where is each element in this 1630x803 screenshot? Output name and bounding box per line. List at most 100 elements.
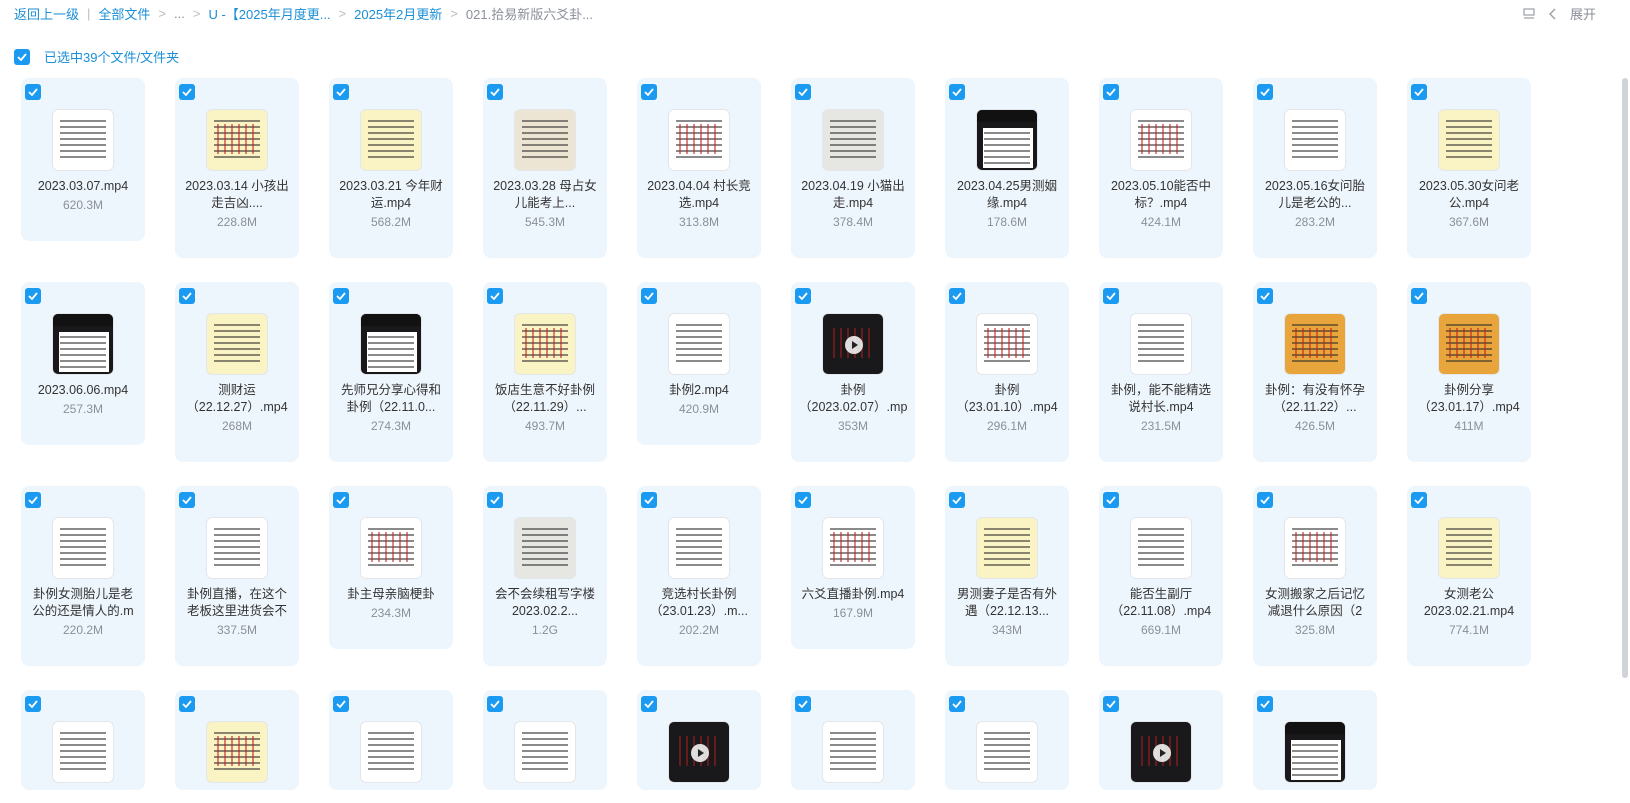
file-checkbox[interactable] (1411, 492, 1427, 508)
file-checkbox[interactable] (25, 84, 41, 100)
file-card[interactable]: 卦例，能不能精选说村长.mp4 231.5M (1099, 282, 1223, 462)
file-checkbox[interactable] (1411, 288, 1427, 304)
file-checkbox[interactable] (641, 288, 657, 304)
file-checkbox[interactable] (333, 492, 349, 508)
file-checkbox[interactable] (487, 288, 503, 304)
selection-count: 已选中39个文件/文件夹 (44, 50, 180, 65)
file-checkbox[interactable] (333, 288, 349, 304)
file-card[interactable]: 六爻直播卦例.mp4 167.9M (791, 486, 915, 649)
file-thumbnail (668, 721, 730, 783)
file-checkbox[interactable] (25, 288, 41, 304)
file-card[interactable]: 2023.04.19 小猫出走.mp4 378.4M (791, 78, 915, 258)
file-card[interactable] (1253, 690, 1377, 790)
file-thumbnail (514, 109, 576, 171)
file-size: 257.3M (62, 402, 104, 416)
file-card[interactable]: 2023.05.16女问胎儿是老公的... 283.2M (1253, 78, 1377, 258)
file-thumbnail (206, 109, 268, 171)
file-card[interactable]: 竞选村长卦例（23.01.23）.m... 202.2M (637, 486, 761, 666)
file-card[interactable]: 饭店生意不好卦例（22.11.29）... 493.7M (483, 282, 607, 462)
file-card[interactable]: 女测搬家之后记忆减退什么原因（2 325.8M (1253, 486, 1377, 666)
file-card[interactable]: 卦例女测胎儿是老公的还是情人的.m 220.2M (21, 486, 145, 666)
breadcrumb-all-files[interactable]: 全部文件 (98, 4, 150, 23)
file-checkbox[interactable] (333, 696, 349, 712)
file-card[interactable]: 先师兄分享心得和卦例（22.11.0... 274.3M (329, 282, 453, 462)
breadcrumb-ellipsis[interactable]: ... (174, 6, 185, 21)
file-card[interactable]: 卦主母亲脑梗卦例.mp4 234.3M (329, 486, 453, 649)
file-checkbox[interactable] (795, 696, 811, 712)
file-checkbox[interactable] (1257, 492, 1273, 508)
file-card[interactable]: 卦例直播，在这个老板这里进货会不 337.5M (175, 486, 299, 666)
breadcrumb-path-2[interactable]: 2025年2月更新 (354, 4, 442, 23)
file-checkbox[interactable] (487, 84, 503, 100)
file-card[interactable] (791, 690, 915, 790)
file-name: 卦例，能不能精选说村长.mp4 (1110, 383, 1211, 414)
file-checkbox[interactable] (1103, 492, 1119, 508)
select-all-checkbox[interactable] (14, 48, 30, 65)
file-card[interactable]: 测财运（22.12.27）.mp4 268M (175, 282, 299, 462)
file-card[interactable] (637, 690, 761, 790)
file-checkbox[interactable] (949, 696, 965, 712)
file-card[interactable]: 卦例（2023.02.07）.mp4 353M (791, 282, 915, 462)
file-checkbox[interactable] (641, 696, 657, 712)
file-name: 2023.03.28 母占女儿能考上... (493, 179, 597, 210)
list-view-icon[interactable] (1522, 7, 1536, 21)
file-card[interactable] (329, 690, 453, 790)
file-card[interactable]: 会不会续租写字楼 2023.02.2... 1.2G (483, 486, 607, 666)
file-checkbox[interactable] (1103, 288, 1119, 304)
file-checkbox[interactable] (1257, 696, 1273, 712)
file-checkbox[interactable] (1103, 696, 1119, 712)
file-checkbox[interactable] (25, 696, 41, 712)
file-checkbox[interactable] (179, 84, 195, 100)
file-card[interactable]: 女测老公 2023.02.21.mp4 774.1M (1407, 486, 1531, 666)
file-card[interactable]: 2023.03.07.mp4 620.3M (21, 78, 145, 241)
file-checkbox[interactable] (949, 288, 965, 304)
file-checkbox[interactable] (1257, 288, 1273, 304)
file-checkbox[interactable] (179, 696, 195, 712)
file-checkbox[interactable] (641, 492, 657, 508)
file-card[interactable]: 卦例2.mp4 420.9M (637, 282, 761, 445)
file-thumbnail (360, 517, 422, 579)
file-checkbox[interactable] (487, 696, 503, 712)
scrollbar[interactable] (1622, 78, 1628, 678)
file-checkbox[interactable] (949, 492, 965, 508)
file-card[interactable]: 2023.05.30女问老公.mp4 367.6M (1407, 78, 1531, 258)
file-card[interactable] (21, 690, 145, 790)
file-card[interactable] (175, 690, 299, 790)
file-card[interactable] (1099, 690, 1223, 790)
file-thumbnail (976, 517, 1038, 579)
file-card[interactable]: 2023.04.04 村长竞选.mp4 313.8M (637, 78, 761, 258)
file-checkbox[interactable] (487, 492, 503, 508)
file-card[interactable]: 2023.03.21 今年财运.mp4 568.2M (329, 78, 453, 258)
file-card[interactable]: 2023.04.25男测姻缘.mp4 178.6M (945, 78, 1069, 258)
file-card[interactable]: 卦例（23.01.10）.mp4 296.1M (945, 282, 1069, 462)
file-card[interactable]: 男测妻子是否有外遇（22.12.13... 343M (945, 486, 1069, 666)
file-card[interactable] (945, 690, 1069, 790)
file-checkbox[interactable] (949, 84, 965, 100)
file-checkbox[interactable] (1257, 84, 1273, 100)
expand-button[interactable]: 展开 (1570, 4, 1596, 23)
file-checkbox[interactable] (179, 492, 195, 508)
file-card[interactable]: 卦例分享（23.01.17）.mp4 411M (1407, 282, 1531, 462)
file-card[interactable]: 2023.06.06.mp4 257.3M (21, 282, 145, 445)
file-checkbox[interactable] (25, 492, 41, 508)
file-checkbox[interactable] (795, 288, 811, 304)
file-name: 2023.03.21 今年财运.mp4 (339, 179, 443, 210)
file-card[interactable]: 2023.03.14 小孩出走吉凶.... 228.8M (175, 78, 299, 258)
file-checkbox[interactable] (795, 84, 811, 100)
file-card[interactable]: 能否生副厅（22.11.08）.mp4 669.1M (1099, 486, 1223, 666)
file-checkbox[interactable] (333, 84, 349, 100)
chevron-left-icon[interactable] (1548, 7, 1558, 21)
file-card[interactable]: 卦例：有没有怀孕（22.11.22）... 426.5M (1253, 282, 1377, 462)
file-size: 231.5M (1140, 419, 1182, 433)
file-thumbnail (1130, 313, 1192, 375)
file-checkbox[interactable] (1103, 84, 1119, 100)
file-checkbox[interactable] (641, 84, 657, 100)
back-link[interactable]: 返回上一级 (14, 4, 79, 23)
file-card[interactable]: 2023.05.10能否中标？.mp4 424.1M (1099, 78, 1223, 258)
file-checkbox[interactable] (179, 288, 195, 304)
file-checkbox[interactable] (795, 492, 811, 508)
file-card[interactable] (483, 690, 607, 790)
file-card[interactable]: 2023.03.28 母占女儿能考上... 545.3M (483, 78, 607, 258)
file-checkbox[interactable] (1411, 84, 1427, 100)
breadcrumb-path-1[interactable]: U -【2025年月度更... (208, 4, 330, 23)
